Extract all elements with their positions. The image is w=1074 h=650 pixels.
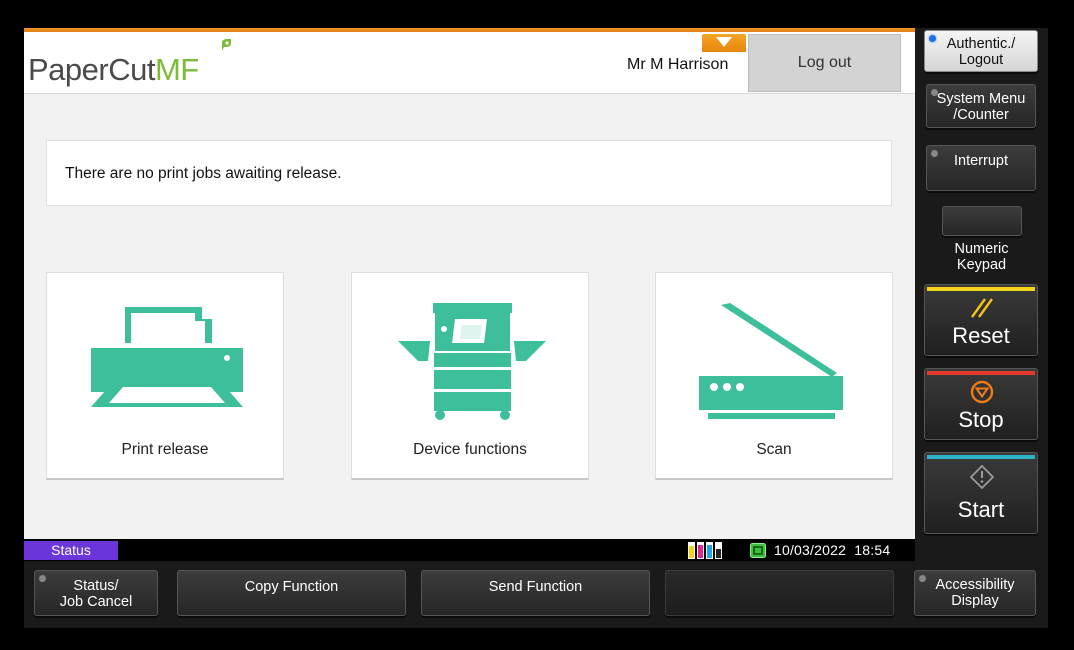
stop-label: Stop <box>958 407 1004 432</box>
auth-label-line2: Logout <box>958 52 1004 68</box>
sysmenu-led-icon <box>931 89 938 96</box>
touch-screen: PaperCutMF Mr M Harrison Log out There a… <box>24 28 915 561</box>
send-function-button[interactable]: Send Function <box>421 570 650 616</box>
copy-function-button[interactable]: Copy Function <box>177 570 406 616</box>
reset-button[interactable]: Reset <box>924 284 1038 356</box>
start-icon <box>970 465 994 489</box>
hardware-side-panel: Authentic./ Logout System Menu /Counter … <box>915 28 1048 561</box>
reset-icon <box>971 298 993 318</box>
reset-stripe <box>927 287 1035 291</box>
current-date: 10/03/2022 <box>774 542 847 558</box>
keypad-label-line1: Numeric <box>954 241 1009 257</box>
chevron-down-icon <box>716 37 732 47</box>
logo-suffix-text: MF <box>154 52 199 87</box>
tile-label-scan: Scan <box>756 441 792 458</box>
auth-label-line1: Authentic./ <box>946 36 1016 52</box>
current-time: 18:54 <box>854 542 891 558</box>
print-release-tile[interactable]: Print release <box>46 272 284 480</box>
blank-function-button[interactable] <box>665 570 894 616</box>
papercut-logo: PaperCutMF <box>28 52 199 88</box>
keypad-label-line2: Keypad <box>956 257 1007 273</box>
accessibility-display-button[interactable]: Accessibility Display <box>914 570 1036 616</box>
start-label: Start <box>957 497 1005 522</box>
authentication-logout-button[interactable]: Authentic./ Logout <box>924 30 1038 72</box>
start-stripe <box>927 455 1035 459</box>
scan-tile[interactable]: Scan <box>655 272 893 480</box>
logout-button[interactable]: Log out <box>748 34 901 92</box>
network-status-icon <box>750 543 766 558</box>
scanner-icon <box>699 303 843 419</box>
status-bar: Status 10/03/2022 18:54 <box>24 539 915 561</box>
no-jobs-message: There are no print jobs awaiting release… <box>65 165 342 182</box>
printer-icon <box>91 307 243 407</box>
system-menu-counter-button[interactable]: System Menu /Counter <box>926 84 1036 128</box>
header: PaperCutMF Mr M Harrison Log out <box>24 32 915 94</box>
message-panel: There are no print jobs awaiting release… <box>46 140 892 206</box>
jobcancel-label-line2: Job Cancel <box>59 594 133 610</box>
device-frame: PaperCutMF Mr M Harrison Log out There a… <box>0 0 1074 650</box>
start-button[interactable]: Start <box>924 452 1038 534</box>
user-name: Mr M Harrison <box>627 56 729 73</box>
stop-icon <box>970 380 994 404</box>
jobcancel-led-icon <box>39 575 46 582</box>
stop-button[interactable]: Stop <box>924 368 1038 440</box>
reset-label: Reset <box>952 323 1010 348</box>
auth-led-icon <box>929 35 936 42</box>
status-job-cancel-button[interactable]: Status/ Job Cancel <box>34 570 158 616</box>
logo-main-text: PaperCut <box>28 52 155 87</box>
user-menu-toggle[interactable] <box>702 34 746 52</box>
device-functions-tile[interactable]: Device functions <box>351 272 589 480</box>
copier-icon <box>398 303 546 420</box>
jobcancel-label-line1: Status/ <box>73 578 119 594</box>
interrupt-label: Interrupt <box>954 153 1008 169</box>
hardware-bottom-bar: Status/ Job Cancel Copy Function Send Fu… <box>24 561 1048 628</box>
sysmenu-label-line2: /Counter <box>953 107 1009 123</box>
interrupt-button[interactable]: Interrupt <box>926 145 1036 191</box>
access-label-line2: Display <box>951 593 999 609</box>
numeric-keypad-button[interactable] <box>942 206 1022 236</box>
toner-level-icon <box>688 542 722 559</box>
sysmenu-label-line1: System Menu <box>936 91 1026 107</box>
tile-label-device-functions: Device functions <box>413 441 527 458</box>
interrupt-led-icon <box>931 150 938 157</box>
stop-stripe <box>927 371 1035 375</box>
access-label-line1: Accessibility <box>935 577 1015 593</box>
numeric-keypad-label: Numeric Keypad <box>915 241 1048 273</box>
logo-leaf-icon <box>222 39 231 51</box>
tile-label-print-release: Print release <box>121 441 209 458</box>
date-time: 10/03/2022 18:54 <box>774 542 890 558</box>
access-led-icon <box>919 575 926 582</box>
status-tab[interactable]: Status <box>24 541 118 560</box>
